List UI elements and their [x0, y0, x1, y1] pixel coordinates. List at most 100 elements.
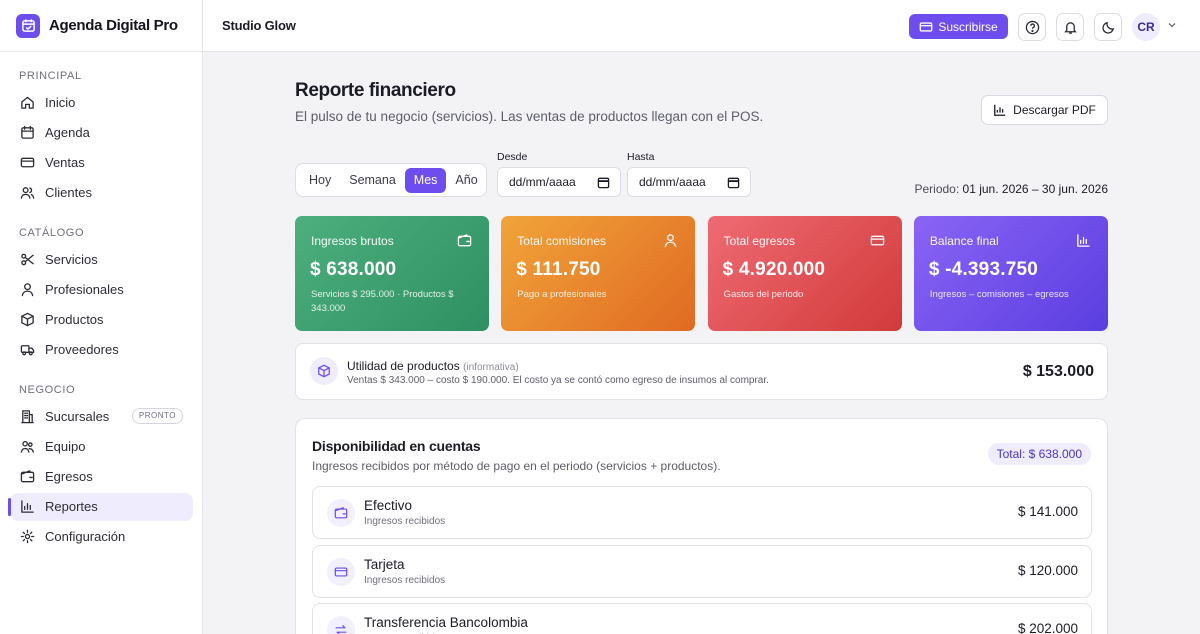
bell-icon [1063, 21, 1077, 34]
notifications-button[interactable] [1056, 13, 1084, 41]
user-icon [21, 282, 34, 296]
card-label: Balance final [929, 234, 999, 248]
product-profit-detail: Ventas $ 343.000 – costo $ 190.000. El c… [347, 375, 769, 386]
moon-icon [1101, 21, 1114, 34]
main-content: Reporte financiero El pulso de tu negoci… [295, 52, 1108, 634]
truck-icon [20, 345, 35, 356]
sidebar-item-sucursales[interactable]: Sucursales PRONTO [10, 402, 193, 430]
card-subtext: Gastos del periodo [723, 289, 804, 300]
sidebar-item-productos[interactable]: Productos [10, 305, 193, 333]
subscribe-button[interactable]: Suscribirse [909, 14, 1008, 39]
topbar: Studio Glow Suscribirse CR [203, 0, 1200, 52]
product-profit-panel: Utilidad de productos (informativa) Vent… [295, 343, 1108, 400]
sidebar-item-label: Profesionales [45, 281, 124, 297]
card-value: $ 111.750 [516, 259, 601, 280]
range-option-año[interactable]: Año [446, 168, 486, 193]
product-profit-title-row: Utilidad de productos (informativa) [347, 359, 519, 373]
team-icon [20, 440, 34, 453]
card-label: Ingresos brutos [311, 234, 394, 248]
payment-method-value: $ 120.000 [1017, 562, 1078, 578]
theme-toggle-button[interactable] [1094, 13, 1122, 41]
gear-icon [20, 530, 35, 544]
from-date-value: dd/mm/aaaa [509, 175, 576, 189]
account-availability-panel: Disponibilidad en cuentas Ingresos recib… [295, 418, 1108, 634]
card-value: $ 638.000 [310, 259, 397, 280]
from-label: Desde [497, 151, 528, 163]
wallet-icon [457, 234, 472, 247]
credit-card-icon [334, 566, 348, 577]
coming-soon-badge: PRONTO [131, 408, 183, 424]
calendar-icon[interactable] [597, 176, 610, 189]
payment-method-row[interactable]: Efectivo Ingresos recibidos $ 141.000 [312, 486, 1092, 539]
calendar-logo-icon [16, 13, 40, 38]
page-title: Reporte financiero [295, 80, 456, 101]
product-profit-title: Utilidad de productos [347, 359, 460, 373]
summary-card: Balance final $ -4.393.750 Ingresos – comi… [913, 216, 1108, 331]
range-option-hoy[interactable]: Hoy [300, 168, 340, 193]
sidebar-item-reportes[interactable]: Reportes [8, 492, 193, 521]
card-subtext: Servicios $ 295.000 · Productos $ 343.00… [311, 289, 454, 314]
app-window: Agenda Digital Pro PRINCIPAL Inicio Agenda… [0, 0, 1200, 634]
brand[interactable]: Agenda Digital Pro [0, 0, 202, 52]
period-value: 01 jun. 2026 – 30 jun. 2026 [962, 182, 1108, 196]
avatar[interactable]: CR [1132, 13, 1160, 41]
sidebar-item-inicio[interactable]: Inicio [10, 88, 193, 116]
sidebar-item-egresos[interactable]: Egresos [10, 462, 193, 490]
brand-name: Agenda Digital Pro [49, 17, 178, 34]
payment-method-name: Tarjeta [364, 556, 405, 572]
payment-method-sub: Ingresos recibidos [364, 574, 446, 586]
box-icon [310, 357, 338, 385]
card-label: Total comisiones [517, 234, 607, 248]
payment-method-name: Transferencia Bancolombia [364, 615, 528, 630]
payment-method-row[interactable]: Transferencia BancolombiaIngresos recibi… [312, 603, 1092, 634]
payment-method-sub: Ingresos recibidos [364, 516, 446, 527]
credit-card-icon [870, 235, 884, 246]
payment-method-row[interactable]: Tarjeta Ingresos recibidos $ 120.000 [312, 544, 1092, 598]
credit-card-icon [20, 157, 35, 168]
sidebar-item-label: Sucursales [45, 408, 110, 424]
transfer-icon [335, 625, 347, 634]
sidebar-item-ventas[interactable]: Ventas [10, 148, 193, 176]
sidebar-item-configuracin[interactable]: Configuración [10, 523, 193, 551]
summary-card: Total comisiones $ 111.750 Pago a profesio… [501, 216, 696, 331]
scissors-icon [21, 253, 34, 265]
payment-method-value: $ 141.000 [1017, 504, 1078, 519]
period-display: Periodo: 01 jun. 2026 – 30 jun. 2026 [914, 182, 1108, 196]
page-subtitle: El pulso de tu negocio (servicios). Las … [295, 109, 764, 124]
sidebar-item-label: Configuración [45, 529, 126, 545]
sidebar-item-label: Reportes [45, 499, 98, 515]
sidebar-item-agenda[interactable]: Agenda [10, 118, 193, 146]
sidebar-item-proveedores[interactable]: Proveedores [10, 336, 193, 364]
summary-card: Ingresos brutos $ 638.000 Servicios $ 295.… [295, 216, 489, 331]
bar-chart-icon [994, 104, 1006, 116]
period-label: Periodo: [914, 182, 960, 196]
from-date-input[interactable]: dd/mm/aaaa [497, 167, 621, 197]
sidebar-item-profesionales[interactable]: Profesionales [10, 275, 193, 303]
bar-chart-icon [1077, 234, 1090, 247]
credit-card-icon [919, 21, 933, 32]
product-profit-value: $ 153.000 [1022, 363, 1094, 380]
sidebar: Agenda Digital Pro PRINCIPAL Inicio Agenda… [0, 0, 203, 634]
range-option-mes[interactable]: Mes [404, 167, 447, 193]
sidebar-item-clientes[interactable]: Clientes [10, 179, 193, 207]
payment-method-name: Efectivo [364, 498, 413, 513]
sidebar-item-label: Ventas [45, 154, 85, 170]
help-button[interactable] [1018, 13, 1046, 41]
sidebar-item-servicios[interactable]: Servicios [10, 245, 193, 273]
calendar-icon[interactable] [727, 176, 740, 189]
wallet-icon [334, 507, 348, 519]
summary-card: Total egresos $ 4.920.000 Gastos del perio… [707, 216, 902, 331]
download-pdf-label: Descargar PDF [1013, 103, 1096, 117]
sidebar-item-equipo[interactable]: Equipo [10, 432, 193, 460]
sidebar-item-label: Equipo [45, 438, 86, 454]
to-date-input[interactable]: dd/mm/aaaa [627, 167, 751, 197]
sidebar-item-label: Clientes [45, 185, 92, 201]
chevron-down-icon[interactable] [1166, 19, 1178, 31]
sidebar-item-label: Egresos [45, 468, 93, 484]
download-pdf-button[interactable]: Descargar PDF [981, 95, 1108, 125]
range-option-semana[interactable]: Semana [340, 168, 405, 193]
sidebar-item-label: Productos [45, 311, 104, 327]
payment-method-value: $ 202.000 [1017, 621, 1078, 634]
sidebar-section-title: CATÁLOGO [19, 227, 85, 239]
availability-subtitle: Ingresos recibidos por método de pago en… [312, 459, 721, 473]
